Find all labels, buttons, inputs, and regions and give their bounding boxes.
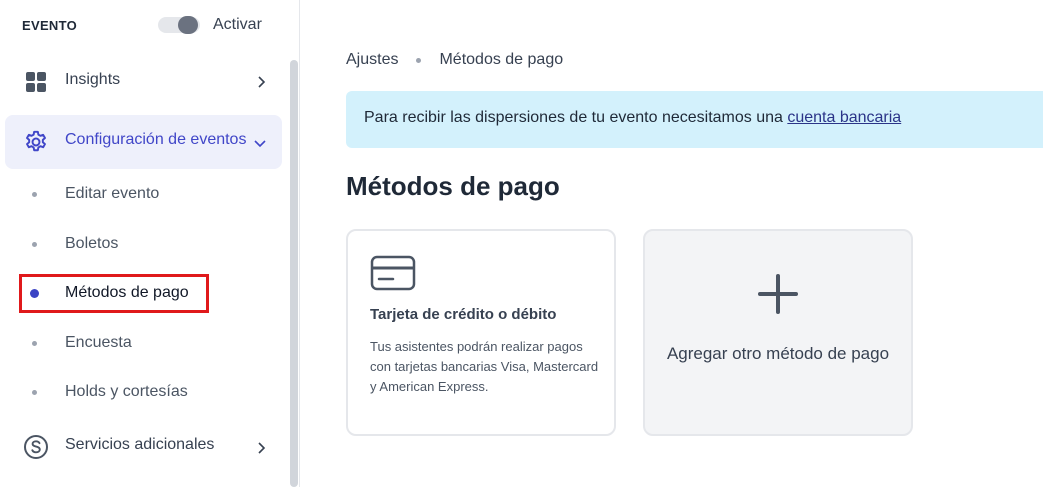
sidebar-item-insights[interactable]: Insights (5, 55, 282, 109)
alert-message: Para recibir las dispersiones de tu even… (364, 109, 788, 126)
sidebar-item-additional-services[interactable]: Servicios adicionales (5, 420, 282, 474)
subitem-label: Boletos (65, 235, 119, 252)
grid-icon (22, 68, 50, 96)
event-label: EVENTO (22, 18, 78, 33)
bullet-icon (32, 341, 37, 346)
highlight-box (19, 274, 209, 313)
subitem-label: Holds y cortesías (65, 383, 188, 400)
sidebar-item-event-config[interactable]: Configuración de eventos (5, 115, 282, 169)
card-title: Tarjeta de crédito o débito (370, 306, 557, 323)
toggle-label: Activar (213, 16, 262, 33)
chevron-down-icon (254, 140, 266, 148)
subitem-survey[interactable]: Encuesta (20, 329, 270, 359)
breadcrumb-separator (416, 57, 422, 63)
alert-text: Para recibir las dispersiones de tu even… (364, 109, 901, 127)
toggle-knob (178, 16, 198, 34)
breadcrumb: Ajustes Métodos de pago (346, 51, 563, 69)
subitem-label: Editar evento (65, 185, 160, 202)
subitem-holds[interactable]: Holds y cortesías (20, 378, 270, 408)
sidebar-item-label: Insights (65, 71, 121, 88)
sidebar-item-label: Servicios adicionales (65, 436, 215, 453)
sidebar: EVENTO Activar Insights Configuración de… (0, 0, 300, 487)
main-content: Ajustes Métodos de pago Para recibir las… (301, 0, 1043, 487)
event-header: EVENTO Activar (0, 0, 300, 50)
info-alert: Para recibir las dispersiones de tu even… (346, 91, 1043, 148)
breadcrumb-parent[interactable]: Ajustes (346, 51, 398, 69)
plus-icon (758, 274, 798, 314)
add-payment-method-button[interactable]: Agregar otro método de pago (643, 229, 913, 436)
activate-toggle[interactable] (158, 16, 200, 34)
subitem-label: Encuesta (65, 334, 132, 351)
sidebar-item-label: Configuración de eventos (65, 131, 247, 148)
dollar-circle-icon (22, 433, 50, 461)
gear-icon (22, 128, 50, 156)
bullet-icon (32, 192, 37, 197)
subitem-tickets[interactable]: Boletos (20, 230, 270, 260)
breadcrumb-current: Métodos de pago (439, 51, 564, 68)
add-payment-method-label: Agregar otro método de pago (666, 344, 890, 363)
chevron-right-icon (258, 442, 266, 454)
card-description: Tus asistentes podrán realizar pagos con… (370, 339, 599, 394)
chevron-right-icon (258, 76, 266, 88)
bullet-icon (32, 242, 37, 247)
credit-card-icon (370, 255, 416, 291)
payment-method-card[interactable]: Tarjeta de crédito o débito Tus asistent… (346, 229, 616, 436)
bullet-icon (32, 390, 37, 395)
bank-account-link[interactable]: cuenta bancaria (787, 109, 901, 126)
sidebar-scrollbar[interactable] (290, 60, 298, 487)
page-title: Métodos de pago (346, 171, 560, 201)
subitem-edit-event[interactable]: Editar evento (20, 180, 270, 210)
